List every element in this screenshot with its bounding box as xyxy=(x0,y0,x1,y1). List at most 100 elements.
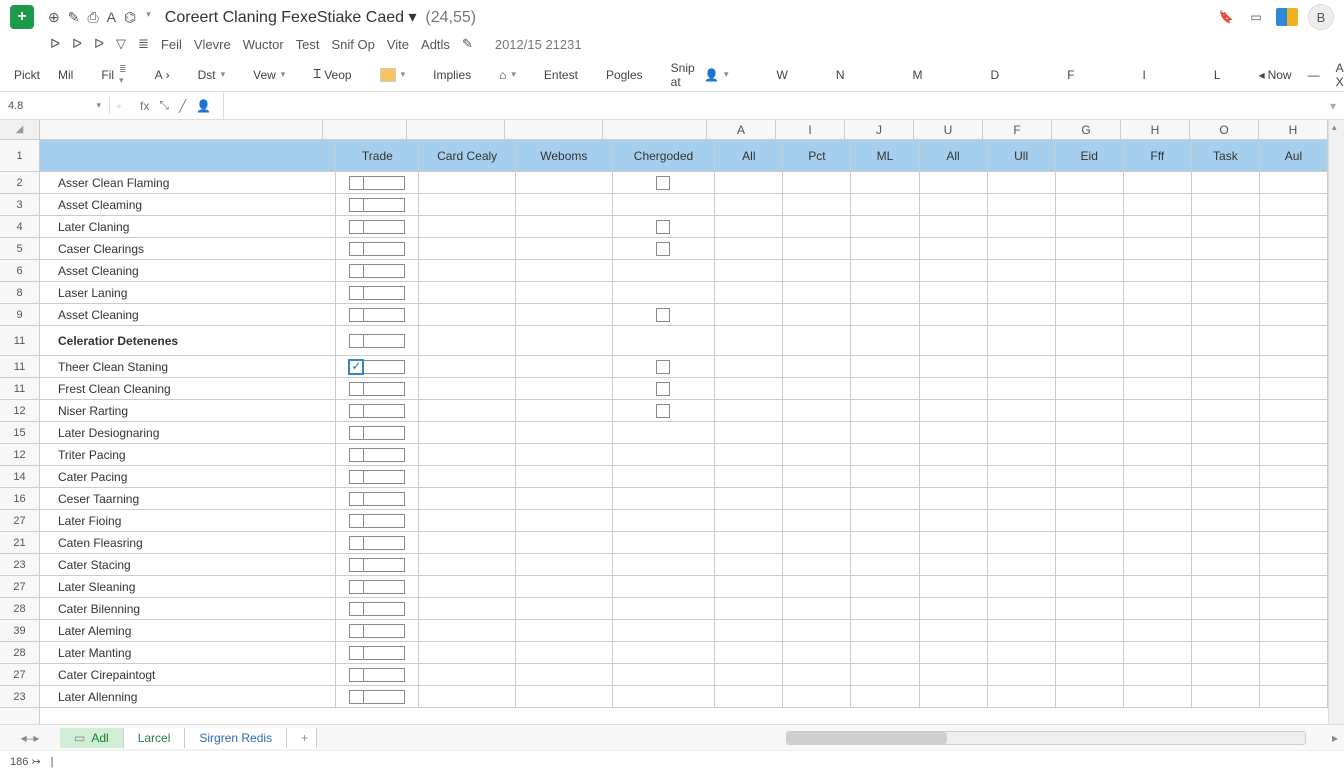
trade-cell[interactable] xyxy=(336,532,419,553)
cell[interactable] xyxy=(783,400,851,421)
header-small[interactable]: Eid xyxy=(1056,140,1124,171)
row-header[interactable]: 6 xyxy=(0,260,39,282)
cell[interactable] xyxy=(1124,356,1192,377)
cell[interactable] xyxy=(419,642,516,663)
checkbox[interactable] xyxy=(656,404,670,418)
trade-cell[interactable] xyxy=(336,554,419,575)
trade-cell[interactable] xyxy=(336,356,419,377)
cell[interactable] xyxy=(1260,216,1328,237)
row-header[interactable]: 15 xyxy=(0,422,39,444)
toolbar-now[interactable]: ◂ Now xyxy=(1255,66,1296,84)
cherg-cell[interactable] xyxy=(613,378,716,399)
color-folder-icon[interactable] xyxy=(1276,8,1298,26)
cell[interactable] xyxy=(419,422,516,443)
cell[interactable] xyxy=(783,260,851,281)
row-header[interactable]: 14 xyxy=(0,466,39,488)
cell[interactable] xyxy=(516,172,613,193)
cell[interactable] xyxy=(783,356,851,377)
trade-cell[interactable] xyxy=(336,282,419,303)
cell[interactable] xyxy=(715,554,783,575)
cell[interactable] xyxy=(1124,378,1192,399)
toolbar-dst[interactable]: Dst▾ xyxy=(194,66,230,84)
cell[interactable] xyxy=(920,378,988,399)
cell[interactable] xyxy=(1124,554,1192,575)
task-label[interactable]: Asset Cleaming xyxy=(40,194,336,215)
checkbox-pair[interactable] xyxy=(349,382,405,396)
cell[interactable] xyxy=(783,422,851,443)
app-logo[interactable]: + xyxy=(10,5,34,29)
cell[interactable] xyxy=(783,686,851,707)
cell[interactable] xyxy=(1056,664,1124,685)
header-cell[interactable] xyxy=(40,140,336,171)
cell[interactable] xyxy=(516,216,613,237)
task-label[interactable]: Ceser Taarning xyxy=(40,488,336,509)
title-icon[interactable]: A xyxy=(107,9,116,26)
cell[interactable] xyxy=(1260,378,1328,399)
cell[interactable] xyxy=(715,172,783,193)
header-small[interactable]: Ull xyxy=(988,140,1056,171)
checkbox-pair[interactable] xyxy=(349,448,405,462)
col-letter[interactable]: G xyxy=(1052,120,1121,139)
cherg-cell[interactable] xyxy=(613,356,716,377)
cell[interactable] xyxy=(1124,194,1192,215)
checkbox-pair[interactable] xyxy=(349,624,405,638)
title-icon[interactable]: ⎙ xyxy=(87,9,98,26)
cell[interactable] xyxy=(920,172,988,193)
task-label[interactable]: Laser Laning xyxy=(40,282,336,303)
cell[interactable] xyxy=(851,282,919,303)
cell[interactable] xyxy=(419,620,516,641)
cell[interactable] xyxy=(1124,172,1192,193)
tag-icon[interactable]: 🔖 xyxy=(1216,7,1236,27)
trade-cell[interactable] xyxy=(336,216,419,237)
cell[interactable] xyxy=(1124,642,1192,663)
toolbar-pogles[interactable]: Pogles xyxy=(602,66,647,84)
row-header[interactable]: 11 xyxy=(0,326,39,356)
cell[interactable] xyxy=(715,444,783,465)
checkbox-pair[interactable] xyxy=(349,404,405,418)
toolbar-letter[interactable]: N xyxy=(832,66,849,84)
cell[interactable] xyxy=(1056,172,1124,193)
cell[interactable] xyxy=(920,488,988,509)
row-header[interactable]: 21 xyxy=(0,532,39,554)
cell[interactable] xyxy=(715,598,783,619)
cell[interactable] xyxy=(1056,686,1124,707)
toolbar-pickt[interactable]: Pickt xyxy=(10,66,44,84)
data-area[interactable]: TradeCard CealyWebomsChergodedAllPctMLAl… xyxy=(40,140,1328,724)
cell[interactable] xyxy=(1192,282,1260,303)
toolbar-snipat[interactable]: Snip at 👤▾ xyxy=(667,59,733,91)
cell[interactable] xyxy=(516,488,613,509)
cell[interactable] xyxy=(1260,532,1328,553)
menu-prefix-icon[interactable]: ▽ xyxy=(116,36,126,52)
checkbox-pair[interactable] xyxy=(349,242,405,256)
cell[interactable] xyxy=(1260,554,1328,575)
toolbar-letter[interactable]: M xyxy=(909,66,927,84)
cell[interactable] xyxy=(851,576,919,597)
trade-cell[interactable] xyxy=(336,510,419,531)
document-title[interactable]: Coreert Claning FexeStiake Caed ▾ (24,55… xyxy=(165,7,476,27)
cherg-cell[interactable] xyxy=(613,598,716,619)
trade-cell[interactable] xyxy=(336,400,419,421)
select-all-corner[interactable]: ◢ xyxy=(0,120,40,140)
col-letter[interactable]: H xyxy=(1259,120,1328,139)
header-small[interactable]: All xyxy=(715,140,783,171)
cell[interactable] xyxy=(1192,378,1260,399)
cell[interactable] xyxy=(988,598,1056,619)
menu-prefix-icon[interactable]: ≣ xyxy=(138,36,149,52)
cell[interactable] xyxy=(1260,422,1328,443)
cell[interactable] xyxy=(516,356,613,377)
col-letter[interactable]: A xyxy=(707,120,776,139)
cell[interactable] xyxy=(1124,444,1192,465)
cell[interactable] xyxy=(988,664,1056,685)
cell[interactable] xyxy=(715,216,783,237)
cell[interactable] xyxy=(851,194,919,215)
checkbox-pair[interactable] xyxy=(349,220,405,234)
cell[interactable] xyxy=(783,510,851,531)
cell[interactable] xyxy=(516,466,613,487)
cell[interactable] xyxy=(783,238,851,259)
cell[interactable] xyxy=(1056,576,1124,597)
checkbox-pair[interactable] xyxy=(349,334,405,348)
row-header[interactable]: 1 xyxy=(0,140,39,172)
checkbox-pair[interactable] xyxy=(349,514,405,528)
menu-prefix-icon[interactable]: ᐅ xyxy=(94,36,104,52)
cell[interactable] xyxy=(419,686,516,707)
